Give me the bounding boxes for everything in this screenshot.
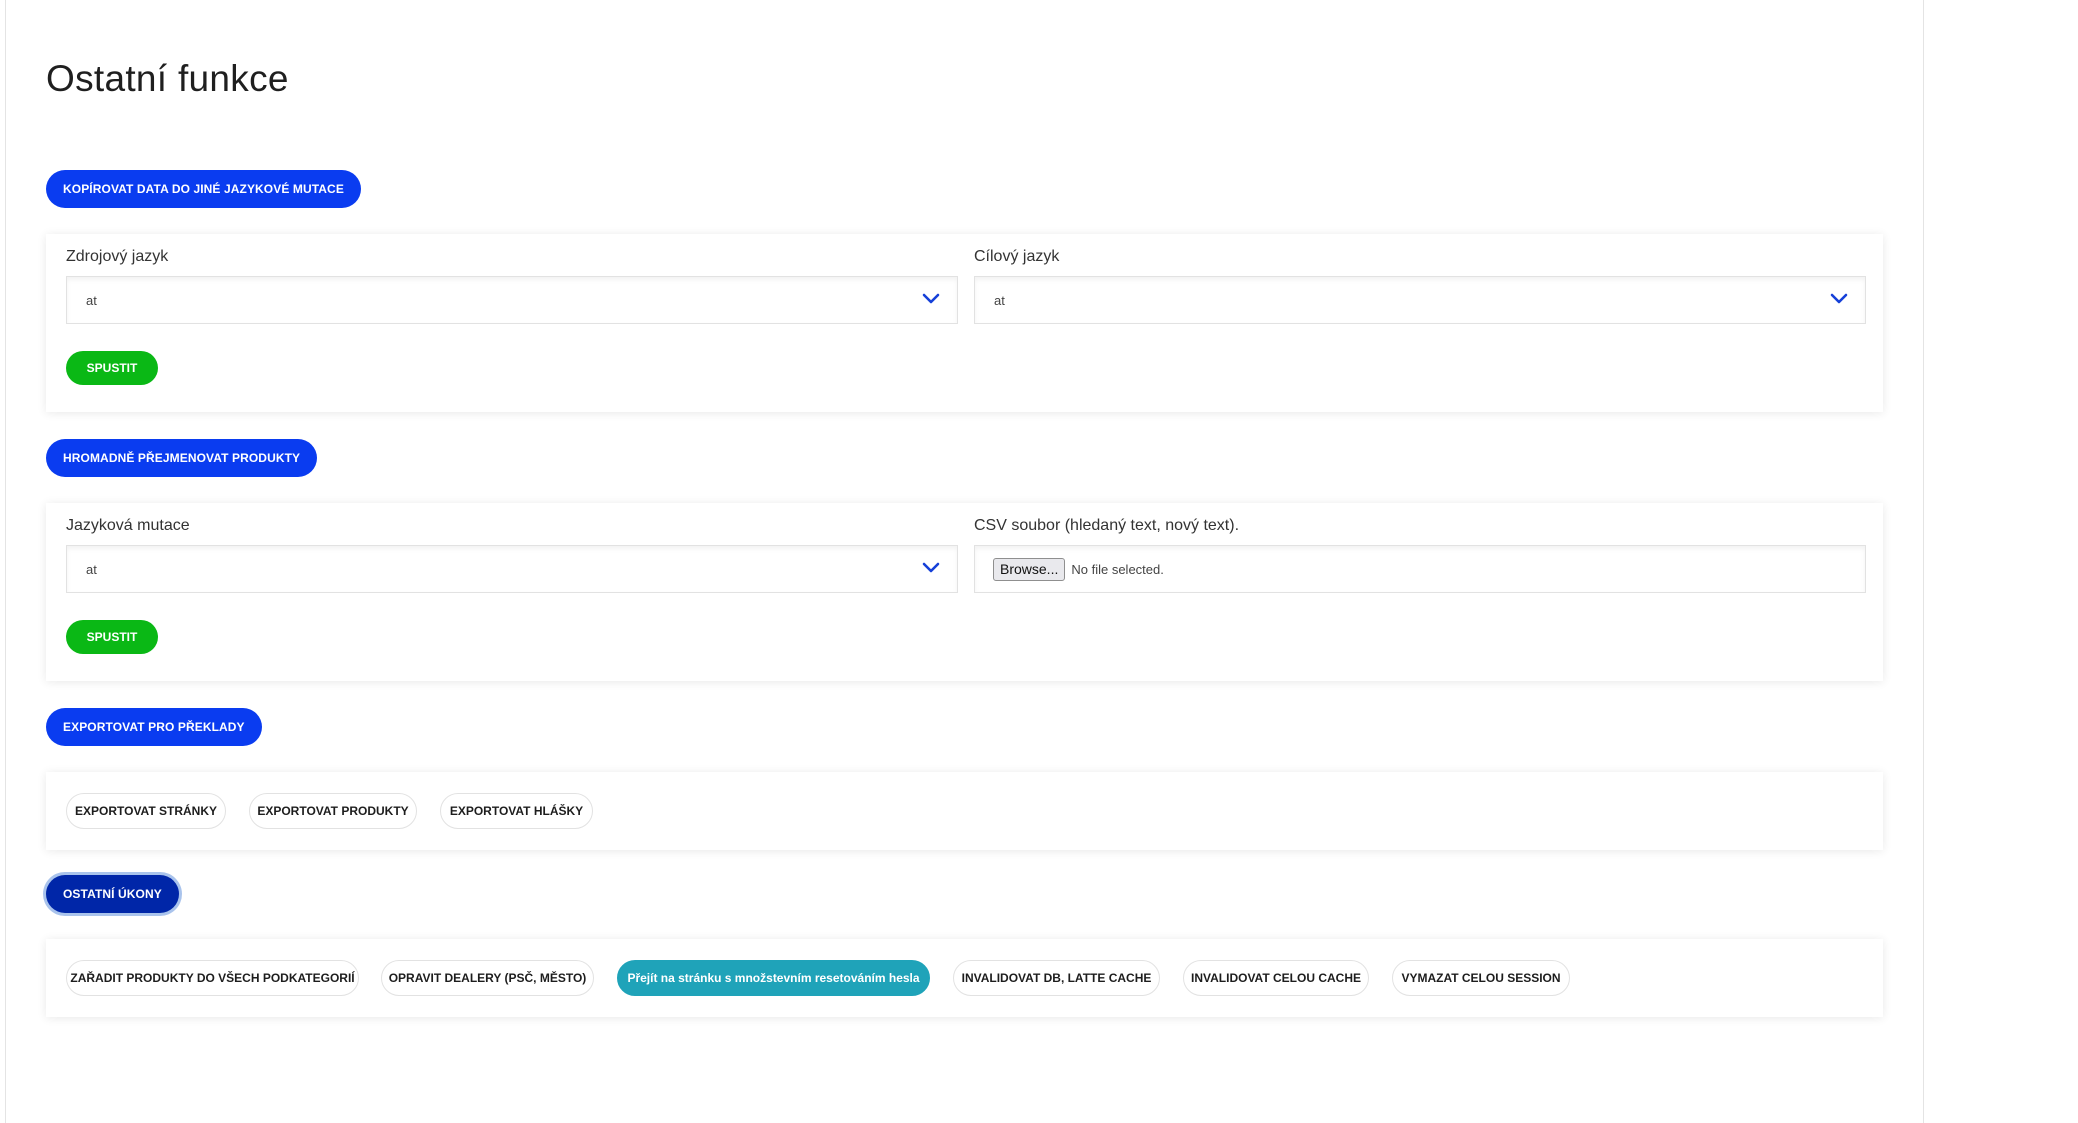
export-messages-button[interactable]: EXPORTOVAT HLÁŠKY xyxy=(440,793,593,829)
bulk-password-reset-link-button[interactable]: Přejít na stránku s množstevním resetová… xyxy=(617,960,930,996)
invalidate-db-latte-cache-button[interactable]: INVALIDOVAT DB, LATTE CACHE xyxy=(953,960,1160,996)
source-language-value: at xyxy=(86,292,97,308)
rename-products-section-button[interactable]: HROMADNĚ PŘEJMENOVAT PRODUKTY xyxy=(46,439,318,477)
copy-data-section-button[interactable]: KOPÍROVAT DATA DO JINÉ JAZYKOVÉ MUTACE xyxy=(46,170,361,208)
rename-run-button[interactable]: SPUSTIT xyxy=(66,620,158,654)
file-status-text: No file selected. xyxy=(1071,561,1164,577)
page-border-right xyxy=(1923,0,1924,1123)
assign-products-subcategories-button[interactable]: ZAŘADIT PRODUKTY DO VŠECH PODKATEGORIÍ xyxy=(66,960,359,996)
page-border-left xyxy=(5,0,6,1123)
clear-all-session-button[interactable]: VYMAZAT CELOU SESSION xyxy=(1392,960,1570,996)
export-products-button[interactable]: EXPORTOVAT PRODUKTY xyxy=(249,793,417,829)
csv-file-label: CSV soubor (hledaný text, nový text). xyxy=(974,517,1240,534)
target-language-select[interactable]: at xyxy=(974,276,1866,324)
fix-dealers-button[interactable]: OPRAVIT DEALERY (PSČ, MĚSTO) xyxy=(381,960,594,996)
export-translations-section-button[interactable]: EXPORTOVAT PRO PŘEKLADY xyxy=(46,708,262,746)
copy-data-panel: Zdrojový jazyk at Cílový jazyk at SPUSTI… xyxy=(46,234,1883,412)
browse-button[interactable]: Browse... xyxy=(993,557,1066,581)
invalidate-all-cache-button[interactable]: INVALIDOVAT CELOU CACHE xyxy=(1183,960,1369,996)
language-mutation-label: Jazyková mutace xyxy=(66,517,190,534)
source-language-select[interactable]: at xyxy=(66,276,958,324)
chevron-down-icon xyxy=(922,293,940,304)
export-pages-button[interactable]: EXPORTOVAT STRÁNKY xyxy=(66,793,226,829)
source-language-label: Zdrojový jazyk xyxy=(66,248,169,265)
target-language-value: at xyxy=(994,292,1005,308)
chevron-down-icon xyxy=(922,562,940,573)
page-title: Ostatní funkce xyxy=(46,58,289,99)
other-actions-panel: ZAŘADIT PRODUKTY DO VŠECH PODKATEGORIÍ O… xyxy=(46,939,1883,1017)
language-mutation-select[interactable]: at xyxy=(66,545,958,593)
copy-run-button[interactable]: SPUSTIT xyxy=(66,351,158,385)
language-mutation-value: at xyxy=(86,561,97,577)
csv-file-input: Browse... No file selected. xyxy=(974,545,1866,593)
chevron-down-icon xyxy=(1830,293,1848,304)
export-panel: EXPORTOVAT STRÁNKY EXPORTOVAT PRODUKTY E… xyxy=(46,772,1883,850)
rename-products-panel: Jazyková mutace at CSV soubor (hledaný t… xyxy=(46,503,1883,681)
target-language-label: Cílový jazyk xyxy=(974,248,1060,265)
other-actions-section-button[interactable]: OSTATNÍ ÚKONY xyxy=(46,875,179,913)
